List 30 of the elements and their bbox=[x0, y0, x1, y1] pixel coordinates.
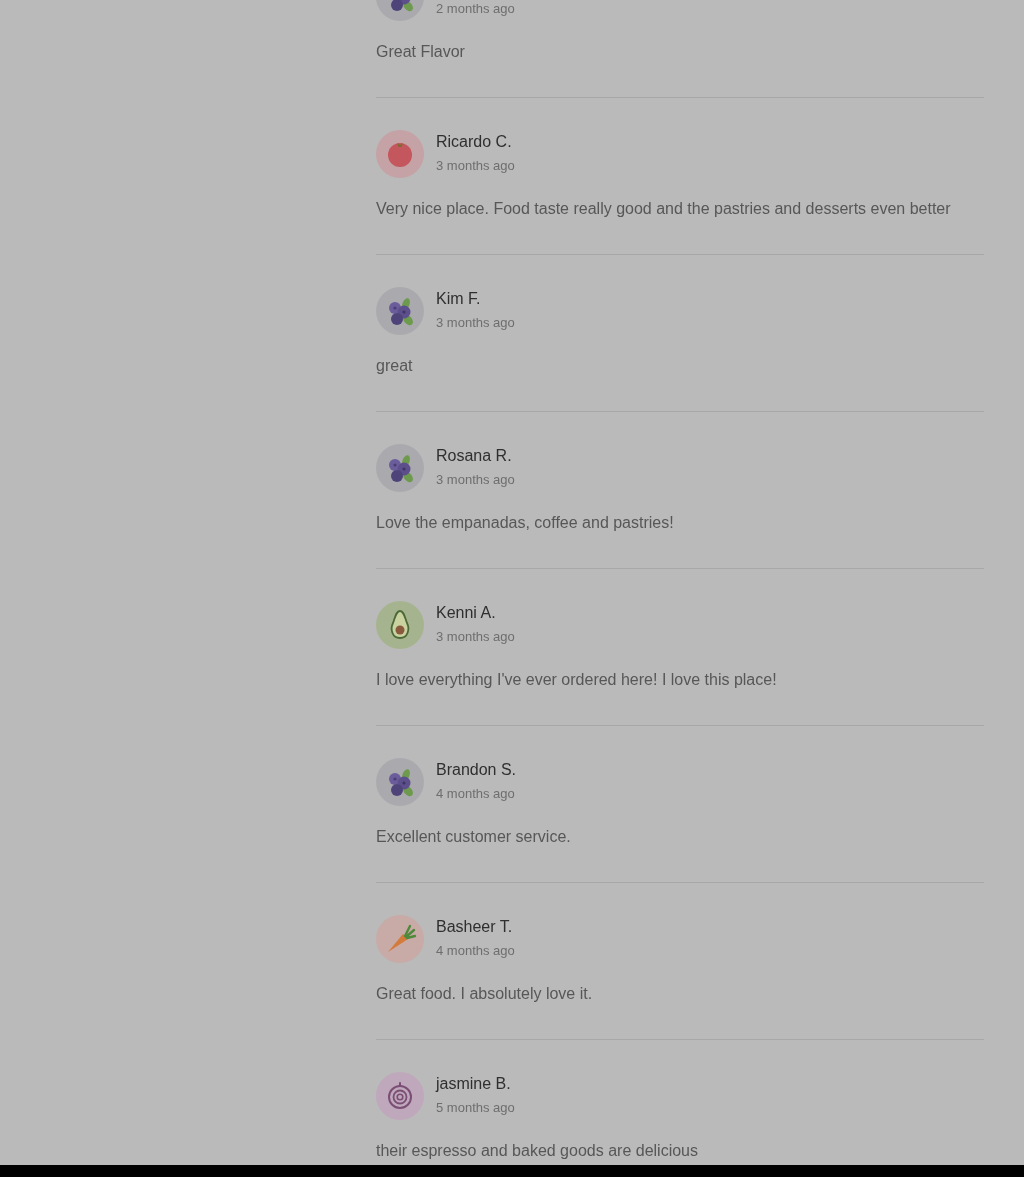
carrot-icon bbox=[376, 915, 424, 963]
tomato-icon bbox=[376, 130, 424, 178]
review-text: great bbox=[376, 356, 413, 376]
reviewer-name: Kenni A. bbox=[436, 603, 496, 623]
review-text: Love the empanadas, coffee and pastries! bbox=[376, 513, 674, 533]
review-text: their espresso and baked goods are delicious bbox=[376, 1141, 698, 1161]
blueberry-icon bbox=[376, 758, 424, 806]
reviewer-name: Rosana R. bbox=[436, 446, 512, 466]
onion-icon bbox=[376, 1072, 424, 1120]
review-text: Great Flavor bbox=[376, 42, 465, 62]
reviewer-name: jasmine B. bbox=[436, 1074, 511, 1094]
blueberry-icon bbox=[376, 444, 424, 492]
review-date: 4 months ago bbox=[436, 942, 515, 960]
reviewer-name: Kim F. bbox=[436, 289, 481, 309]
review-date: 4 months ago bbox=[436, 785, 515, 803]
avocado-icon bbox=[376, 601, 424, 649]
reviewer-name: Ricardo C. bbox=[436, 132, 512, 152]
review-text: Excellent customer service. bbox=[376, 827, 571, 847]
review-date: 5 months ago bbox=[436, 1099, 515, 1117]
blueberry-icon bbox=[376, 287, 424, 335]
review-date: 2 months ago bbox=[436, 0, 515, 18]
reviewer-name: Brandon S. bbox=[436, 760, 517, 780]
review-date: 3 months ago bbox=[436, 628, 515, 646]
review-text: Very nice place. Food taste really good and the pastries and desserts even better bbox=[376, 199, 951, 219]
review-date: 3 months ago bbox=[436, 471, 515, 489]
review-text: I love everything I've ever ordered here! I love this place! bbox=[376, 670, 777, 690]
review-date: 3 months ago bbox=[436, 157, 515, 175]
review-date: 3 months ago bbox=[436, 314, 515, 332]
reviewer-name: Basheer T. bbox=[436, 917, 513, 937]
review-text: Great food. I absolutely love it. bbox=[376, 984, 593, 1004]
